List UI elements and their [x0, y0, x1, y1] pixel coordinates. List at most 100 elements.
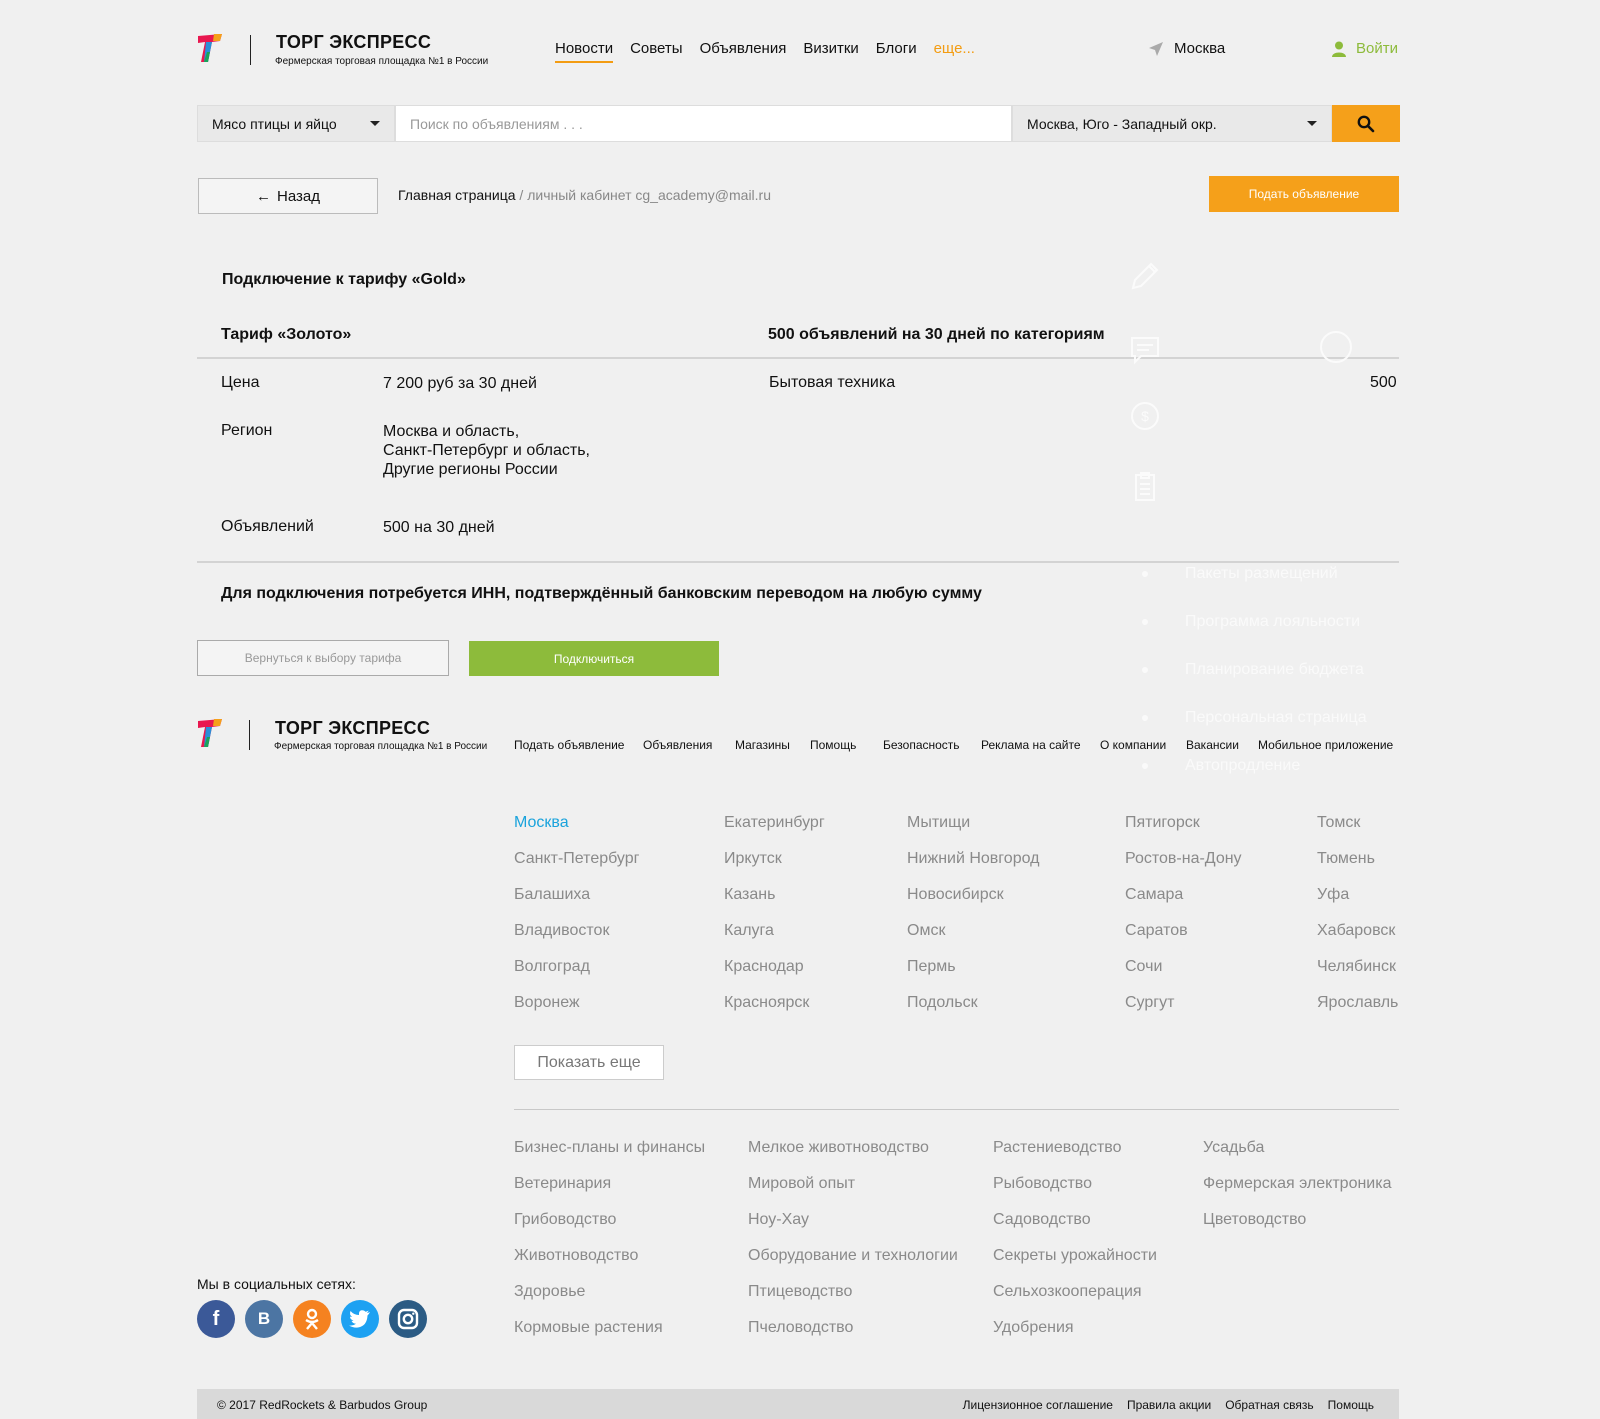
footer-link[interactable]: Помощь [810, 738, 856, 752]
city-link[interactable]: Хабаровск [1317, 922, 1395, 940]
topic-link[interactable]: Оборудование и технологии [748, 1247, 958, 1265]
promo-rules-link[interactable]: Правила акции [1127, 1398, 1211, 1412]
city-link[interactable]: Воронеж [514, 994, 580, 1012]
city-link[interactable]: Пятигорск [1125, 814, 1200, 832]
city-link[interactable]: Владивосток [514, 922, 609, 940]
post-ad-button[interactable]: Подать объявление [1209, 176, 1399, 212]
nav-tips[interactable]: Советы [630, 40, 682, 63]
connect-button[interactable]: Подключиться [469, 641, 719, 676]
topic-link[interactable]: Птицеводство [748, 1283, 852, 1301]
topic-link[interactable]: Усадьба [1203, 1139, 1264, 1157]
nav-ads[interactable]: Объявления [700, 40, 787, 63]
topic-link[interactable]: Секреты урожайности [993, 1247, 1157, 1265]
message-icon[interactable] [1129, 334, 1161, 366]
topic-link[interactable]: Растениеводство [993, 1139, 1122, 1157]
city-link[interactable]: Сочи [1125, 958, 1162, 976]
logo-icon[interactable] [198, 34, 224, 64]
clipboard-icon[interactable] [1129, 470, 1161, 502]
vk-icon[interactable]: В [245, 1300, 283, 1338]
city-link[interactable]: Мытищи [907, 814, 970, 832]
city-link[interactable]: Челябинск [1317, 958, 1396, 976]
city-link[interactable]: Ростов-на-Дону [1125, 850, 1242, 868]
footer-link[interactable]: О компании [1100, 738, 1166, 752]
nav-cards[interactable]: Визитки [803, 40, 858, 63]
topic-link[interactable]: Цветоводство [1203, 1211, 1306, 1229]
login-link[interactable]: Войти [1332, 40, 1398, 57]
city-link[interactable]: Иркутск [724, 850, 782, 868]
city-link[interactable]: Томск [1317, 814, 1360, 832]
category-select[interactable]: Мясо птицы и яйцо [197, 105, 395, 142]
city-link[interactable]: Калуга [724, 922, 774, 940]
nav-blogs[interactable]: Блоги [876, 40, 917, 63]
dollar-icon[interactable]: $ [1129, 400, 1161, 432]
feedback-link[interactable]: Обратная связь [1225, 1398, 1313, 1412]
nav-news[interactable]: Новости [555, 40, 614, 63]
topic-link[interactable]: Сельхозкооперация [993, 1283, 1142, 1301]
footer-link[interactable]: Мобильное приложение [1258, 738, 1393, 752]
topic-link[interactable]: Животноводство [514, 1247, 638, 1265]
footer-link[interactable]: Реклама на сайте [981, 738, 1081, 752]
show-more-button[interactable]: Показать еще [514, 1045, 664, 1080]
facebook-icon[interactable]: f [197, 1300, 235, 1338]
city-link[interactable]: Волгоград [514, 958, 590, 976]
footer-link[interactable]: Подать объявление [514, 738, 624, 752]
region-select[interactable]: Москва, Юго - Западный окр. [1012, 105, 1332, 142]
logo-title[interactable]: ТОРГ ЭКСПРЕСС [276, 32, 431, 53]
city-link[interactable]: Уфа [1317, 886, 1349, 904]
topic-link[interactable]: Бизнес-планы и финансы [514, 1139, 705, 1157]
side-menu-item[interactable]: Планирование бюджета [1142, 661, 1364, 679]
city-link[interactable]: Подольск [907, 994, 978, 1012]
city-link[interactable]: Краснодар [724, 958, 804, 976]
footer-logo-title[interactable]: ТОРГ ЭКСПРЕСС [275, 718, 430, 739]
topic-link[interactable]: Рыбоводство [993, 1175, 1092, 1193]
city-link[interactable]: Тюмень [1317, 850, 1375, 868]
license-link[interactable]: Лицензионное соглашение [963, 1398, 1113, 1412]
city-link[interactable]: Сургут [1125, 994, 1174, 1012]
city-link[interactable]: Самара [1125, 886, 1183, 904]
footer-link[interactable]: Безопасность [883, 738, 960, 752]
twitter-icon[interactable] [341, 1300, 379, 1338]
topic-link[interactable]: Удобрения [993, 1319, 1074, 1337]
nav-more[interactable]: еще... [934, 40, 975, 63]
circle-icon[interactable] [1320, 331, 1352, 363]
side-menu-item[interactable]: Персональная страница [1142, 709, 1367, 727]
search-input[interactable] [395, 105, 1012, 142]
side-menu-item[interactable]: Автопродление [1142, 757, 1300, 775]
city-selector[interactable]: Москва [1148, 40, 1225, 57]
side-menu-item[interactable]: Программа лояльности [1142, 613, 1360, 631]
city-link[interactable]: Казань [724, 886, 775, 904]
city-link[interactable]: Новосибирск [907, 886, 1004, 904]
city-link[interactable]: Саратов [1125, 922, 1188, 940]
back-button[interactable]: ← Назад [198, 178, 378, 214]
city-link[interactable]: Балашиха [514, 886, 590, 904]
topic-link[interactable]: Грибоводство [514, 1211, 616, 1229]
topic-link[interactable]: Садоводство [993, 1211, 1091, 1229]
topic-link[interactable]: Ветеринария [514, 1175, 611, 1193]
city-link[interactable]: Нижний Новгород [907, 850, 1039, 868]
city-link[interactable]: Омск [907, 922, 945, 940]
topic-link[interactable]: Мелкое животноводство [748, 1139, 929, 1157]
topic-link[interactable]: Здоровье [514, 1283, 585, 1301]
pencil-icon[interactable] [1129, 260, 1161, 292]
breadcrumb-home[interactable]: Главная страница [398, 187, 516, 203]
topic-link[interactable]: Мировой опыт [748, 1175, 855, 1193]
help-link[interactable]: Помощь [1328, 1398, 1374, 1412]
footer-logo-icon[interactable] [198, 719, 224, 749]
city-link[interactable]: Санкт-Петербург [514, 850, 639, 868]
search-button[interactable] [1332, 105, 1400, 142]
city-link[interactable]: Москва [514, 814, 569, 832]
topic-link[interactable]: Фермерская электроника [1203, 1175, 1392, 1193]
instagram-icon[interactable] [389, 1300, 427, 1338]
footer-link[interactable]: Вакансии [1186, 738, 1239, 752]
footer-link[interactable]: Объявления [643, 738, 712, 752]
odnoklassniki-icon[interactable] [293, 1300, 331, 1338]
city-link[interactable]: Ярославль [1317, 994, 1398, 1012]
city-link[interactable]: Екатеринбург [724, 814, 825, 832]
topic-link[interactable]: Пчеловодство [748, 1319, 853, 1337]
city-link[interactable]: Красноярск [724, 994, 809, 1012]
topic-link[interactable]: Ноу-Хау [748, 1211, 809, 1229]
side-menu-item[interactable]: Пакеты размещений [1142, 565, 1338, 583]
footer-link[interactable]: Магазины [735, 738, 790, 752]
return-to-tariffs-button[interactable]: Вернуться к выбору тарифа [197, 640, 449, 676]
topic-link[interactable]: Кормовые растения [514, 1319, 663, 1337]
